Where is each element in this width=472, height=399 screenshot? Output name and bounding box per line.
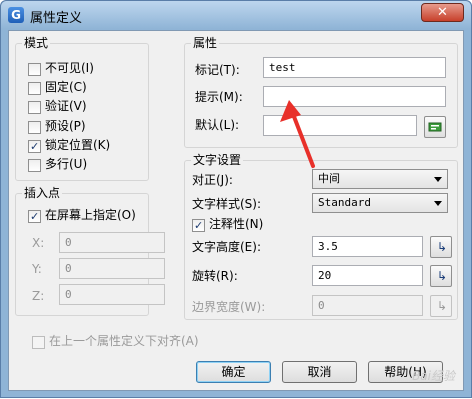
- text-height-label: 文字高度(E):: [192, 240, 261, 254]
- checkbox-box-checked[interactable]: [28, 139, 41, 154]
- text-height-input[interactable]: 3.5: [312, 236, 423, 257]
- justification-label: 对正(J):: [192, 173, 233, 187]
- boundary-width-label: 边界宽度(W):: [192, 300, 266, 314]
- prompt-input[interactable]: [263, 86, 446, 107]
- checkbox-box[interactable]: [28, 159, 41, 172]
- tag-label: 标记(T):: [195, 63, 240, 77]
- cancel-button[interactable]: 取消: [282, 361, 357, 383]
- cursor-arrow-icon: ↳: [437, 269, 448, 283]
- x-input[interactable]: 0: [59, 232, 165, 253]
- chevron-down-icon: [434, 201, 442, 206]
- attribute-group-title: 属性: [191, 36, 220, 50]
- text-style-value: Standard: [318, 196, 371, 209]
- chevron-down-icon: [434, 177, 442, 182]
- dialog-title: 属性定义: [30, 11, 83, 26]
- justification-select[interactable]: 中间: [312, 169, 448, 189]
- verify-label: 验证(V): [45, 99, 87, 113]
- text-settings-title: 文字设置: [191, 153, 244, 167]
- watermark: Bai经验: [412, 369, 455, 383]
- insert-field-icon: [428, 122, 442, 132]
- invisible-label: 不可见(I): [45, 61, 94, 75]
- default-label: 默认(L):: [195, 118, 240, 132]
- multiline-label: 多行(U): [45, 157, 88, 171]
- attribute-definition-dialog: G 属性定义 ✕ 模式 不可见(I) 固定(C) 验证(V) 预设(P) 锁定位…: [0, 0, 472, 398]
- checkbox-box[interactable]: [28, 82, 41, 95]
- text-style-label: 文字样式(S):: [192, 197, 262, 211]
- app-logo-icon: G: [8, 7, 24, 23]
- insert-field-button[interactable]: [424, 116, 446, 138]
- checkbox-box-disabled[interactable]: [32, 336, 45, 349]
- specify-on-screen-label: 在屏幕上指定(O): [45, 208, 136, 222]
- z-label: Z:: [32, 289, 45, 303]
- pick-rotation-button[interactable]: ↳: [430, 265, 452, 287]
- cursor-arrow-icon: ↳: [437, 299, 448, 313]
- tag-input[interactable]: test: [263, 57, 446, 78]
- prompt-label: 提示(M):: [195, 90, 243, 104]
- ok-button[interactable]: 确定: [196, 361, 271, 383]
- pick-boundary-width-button[interactable]: ↳: [430, 295, 452, 317]
- default-input[interactable]: [263, 115, 417, 136]
- checkbox-box[interactable]: [28, 63, 41, 76]
- z-input[interactable]: 0: [59, 284, 165, 305]
- rotation-label: 旋转(R):: [192, 269, 238, 283]
- preset-label: 预设(P): [45, 119, 86, 133]
- x-label: X:: [32, 236, 45, 250]
- justification-value: 中间: [318, 172, 340, 185]
- rotation-input[interactable]: 20: [312, 265, 423, 286]
- close-button[interactable]: ✕: [421, 3, 464, 22]
- checkbox-box[interactable]: [28, 101, 41, 114]
- title-bar[interactable]: G 属性定义 ✕: [1, 1, 471, 29]
- mode-group-title: 模式: [22, 36, 51, 50]
- constant-label: 固定(C): [45, 80, 87, 94]
- y-label: Y:: [32, 262, 42, 276]
- boundary-width-input[interactable]: 0: [312, 295, 423, 316]
- y-input[interactable]: 0: [59, 258, 165, 279]
- checkbox-box-checked[interactable]: [28, 209, 41, 224]
- align-below-label: 在上一个属性定义下对齐(A): [49, 334, 199, 348]
- annotative-label: 注释性(N): [209, 217, 264, 231]
- insertion-point-title: 插入点: [22, 186, 63, 200]
- lock-position-label: 锁定位置(K): [45, 138, 111, 152]
- pick-height-button[interactable]: ↳: [430, 236, 452, 258]
- dialog-body: 模式 不可见(I) 固定(C) 验证(V) 预设(P) 锁定位置(K) 多行(U…: [8, 30, 464, 391]
- cursor-arrow-icon: ↳: [437, 240, 448, 254]
- checkbox-box-checked[interactable]: [192, 218, 205, 233]
- text-style-select[interactable]: Standard: [312, 193, 448, 213]
- checkbox-box[interactable]: [28, 121, 41, 134]
